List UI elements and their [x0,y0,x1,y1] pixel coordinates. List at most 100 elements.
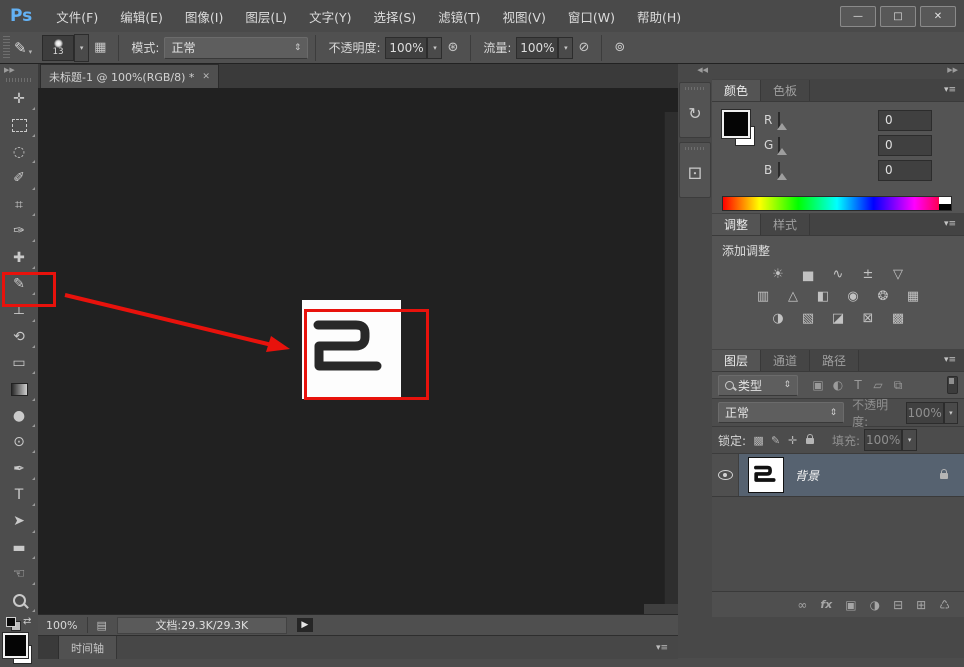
crop-tool[interactable]: ⌗ [0,192,38,218]
layer-opacity-arrow[interactable]: ▾ [944,402,958,424]
lock-position-icon[interactable]: ✛ [784,434,801,447]
menu-help[interactable]: 帮助(H) [626,7,692,26]
lock-all-icon[interactable] [801,433,818,447]
pen-tool[interactable]: ✒ [0,455,38,481]
menu-view[interactable]: 视图(V) [492,7,557,26]
new-layer-icon[interactable]: ⊞ [916,598,926,612]
layer-opacity-field[interactable]: 100% [906,402,944,424]
3d-panel-button[interactable]: ⚀ [679,142,711,198]
status-flyout-arrow-icon[interactable]: ▶ [297,618,313,632]
menu-edit[interactable]: 编辑(E) [109,7,174,26]
exposure-icon[interactable]: ± [857,265,879,283]
default-colors-control[interactable]: ⇄ [0,616,38,630]
black-cap[interactable] [939,204,951,210]
channel-mixer-icon[interactable]: ❂ [872,287,894,305]
filter-pixel-layers-icon[interactable]: ▣ [808,378,828,392]
red-value-field[interactable]: 0 [878,110,932,131]
menu-image[interactable]: 图像(I) [174,7,234,26]
lock-transparent-icon[interactable]: ▩ [750,434,767,447]
lock-paint-icon[interactable]: ✎ [767,434,784,447]
canvas[interactable] [38,88,678,614]
selective-color-icon[interactable]: ⊠ [857,309,879,327]
vibrance-icon[interactable]: ▽ [887,265,909,283]
blue-value-field[interactable]: 0 [878,160,932,181]
blue-slider-handle[interactable] [777,173,787,180]
dock-expand-icon[interactable]: ▶▶ [712,64,964,79]
delete-layer-icon[interactable]: ♺ [939,598,950,612]
brightness-contrast-icon[interactable]: ☀ [767,265,789,283]
filter-smart-objects-icon[interactable]: ⧉ [888,378,908,393]
levels-icon[interactable]: ▅ [797,265,819,283]
filter-adjustment-layers-icon[interactable]: ◐ [828,378,848,392]
curves-icon[interactable]: ∿ [827,265,849,283]
layer-filter-type-select[interactable]: 类型 ⇕ [718,375,798,396]
tab-layers[interactable]: 图层 [712,350,761,371]
tab-swatches[interactable]: 色板 [761,80,810,101]
gradient-tool[interactable] [0,376,38,402]
zoom-level-field[interactable]: 100% [38,619,87,632]
spot-healing-brush-tool[interactable]: ✚ [0,244,38,270]
quick-selection-tool[interactable]: ✐ [0,165,38,191]
blend-mode-select[interactable]: 正常 ⇕ [164,37,308,59]
filter-switch-toggle[interactable] [947,376,958,394]
layer-fill-field[interactable]: 100% [864,429,902,451]
green-slider-handle[interactable] [777,148,787,155]
brush-picker-arrow[interactable]: ▾ [74,34,89,62]
timeline-tab[interactable]: 时间轴 [59,636,117,659]
lasso-tool[interactable]: ◌ [0,139,38,165]
tab-close-icon[interactable]: ✕ [202,72,210,82]
filter-shape-layers-icon[interactable]: ▱ [868,378,888,392]
tab-channels[interactable]: 通道 [761,350,810,371]
color-spectrum-ramp[interactable] [722,196,952,211]
menu-select[interactable]: 选择(S) [362,7,427,26]
rectangle-tool[interactable]: ▬ [0,535,38,561]
menu-window[interactable]: 窗口(W) [557,7,626,26]
history-panel-button[interactable]: ↻ [679,82,711,138]
tab-color[interactable]: 颜色 [712,80,761,101]
hue-saturation-icon[interactable]: ▥ [752,287,774,305]
toolbar-expand-icon[interactable]: ▶▶ [0,64,38,78]
size-pressure-icon[interactable]: ⊚ [609,40,630,55]
white-cap[interactable] [939,197,951,204]
restore-button[interactable]: □ [880,6,916,27]
tab-adjustments[interactable]: 调整 [712,214,761,235]
layer-visibility-cell[interactable] [712,454,739,496]
gradient-map-icon[interactable]: ▩ [887,309,909,327]
image-canvas[interactable] [302,300,401,399]
brush-preset-picker[interactable]: 13 [42,35,74,61]
black-white-icon[interactable]: ◧ [812,287,834,305]
invert-icon[interactable]: ◑ [767,309,789,327]
panel-foreground-swatch[interactable] [722,110,750,138]
flow-input[interactable]: 100% [516,37,558,59]
color-balance-icon[interactable]: △ [782,287,804,305]
threshold-icon[interactable]: ◪ [827,309,849,327]
new-group-icon[interactable]: ⊟ [893,598,903,612]
document-tab[interactable]: 未标题-1 @ 100%(RGB/8) * ✕ [40,64,219,89]
layer-style-icon[interactable]: fx [820,598,832,611]
layers-panel-menu-icon[interactable]: ▾≡ [944,355,956,365]
layer-name[interactable]: 背景 [795,467,819,484]
menu-layer[interactable]: 图层(L) [234,7,298,26]
menu-type[interactable]: 文字(Y) [298,7,362,26]
hand-tool[interactable]: ☜ [0,561,38,587]
photo-filter-icon[interactable]: ◉ [842,287,864,305]
link-layers-icon[interactable]: ∞ [797,598,807,612]
foreground-color-swatch[interactable] [3,633,28,658]
opacity-pressure-icon[interactable]: ⊛ [442,40,463,55]
layer-blend-mode-select[interactable]: 正常 ⇕ [718,402,844,423]
swap-colors-icon[interactable]: ⇄ [23,616,31,627]
document-status-icon[interactable]: ▤ [96,619,106,632]
opacity-input[interactable]: 100% [385,37,427,59]
rectangular-marquee-tool[interactable] [0,112,38,138]
move-tool[interactable]: ✛ [0,86,38,112]
menu-file[interactable]: 文件(F) [45,7,109,26]
brush-tool[interactable]: ✎ [0,271,38,297]
clone-stamp-tool[interactable]: ⊥ [0,297,38,323]
adjustments-panel-menu-icon[interactable]: ▾≡ [944,219,956,229]
history-brush-tool[interactable]: ⟲ [0,324,38,350]
minimize-button[interactable]: — [840,6,876,27]
eyedropper-tool[interactable]: ✑ [0,218,38,244]
dock-collapse-icon[interactable]: ◀◀ [678,64,712,79]
red-slider-handle[interactable] [777,123,787,130]
color-lookup-icon[interactable]: ▦ [902,287,924,305]
